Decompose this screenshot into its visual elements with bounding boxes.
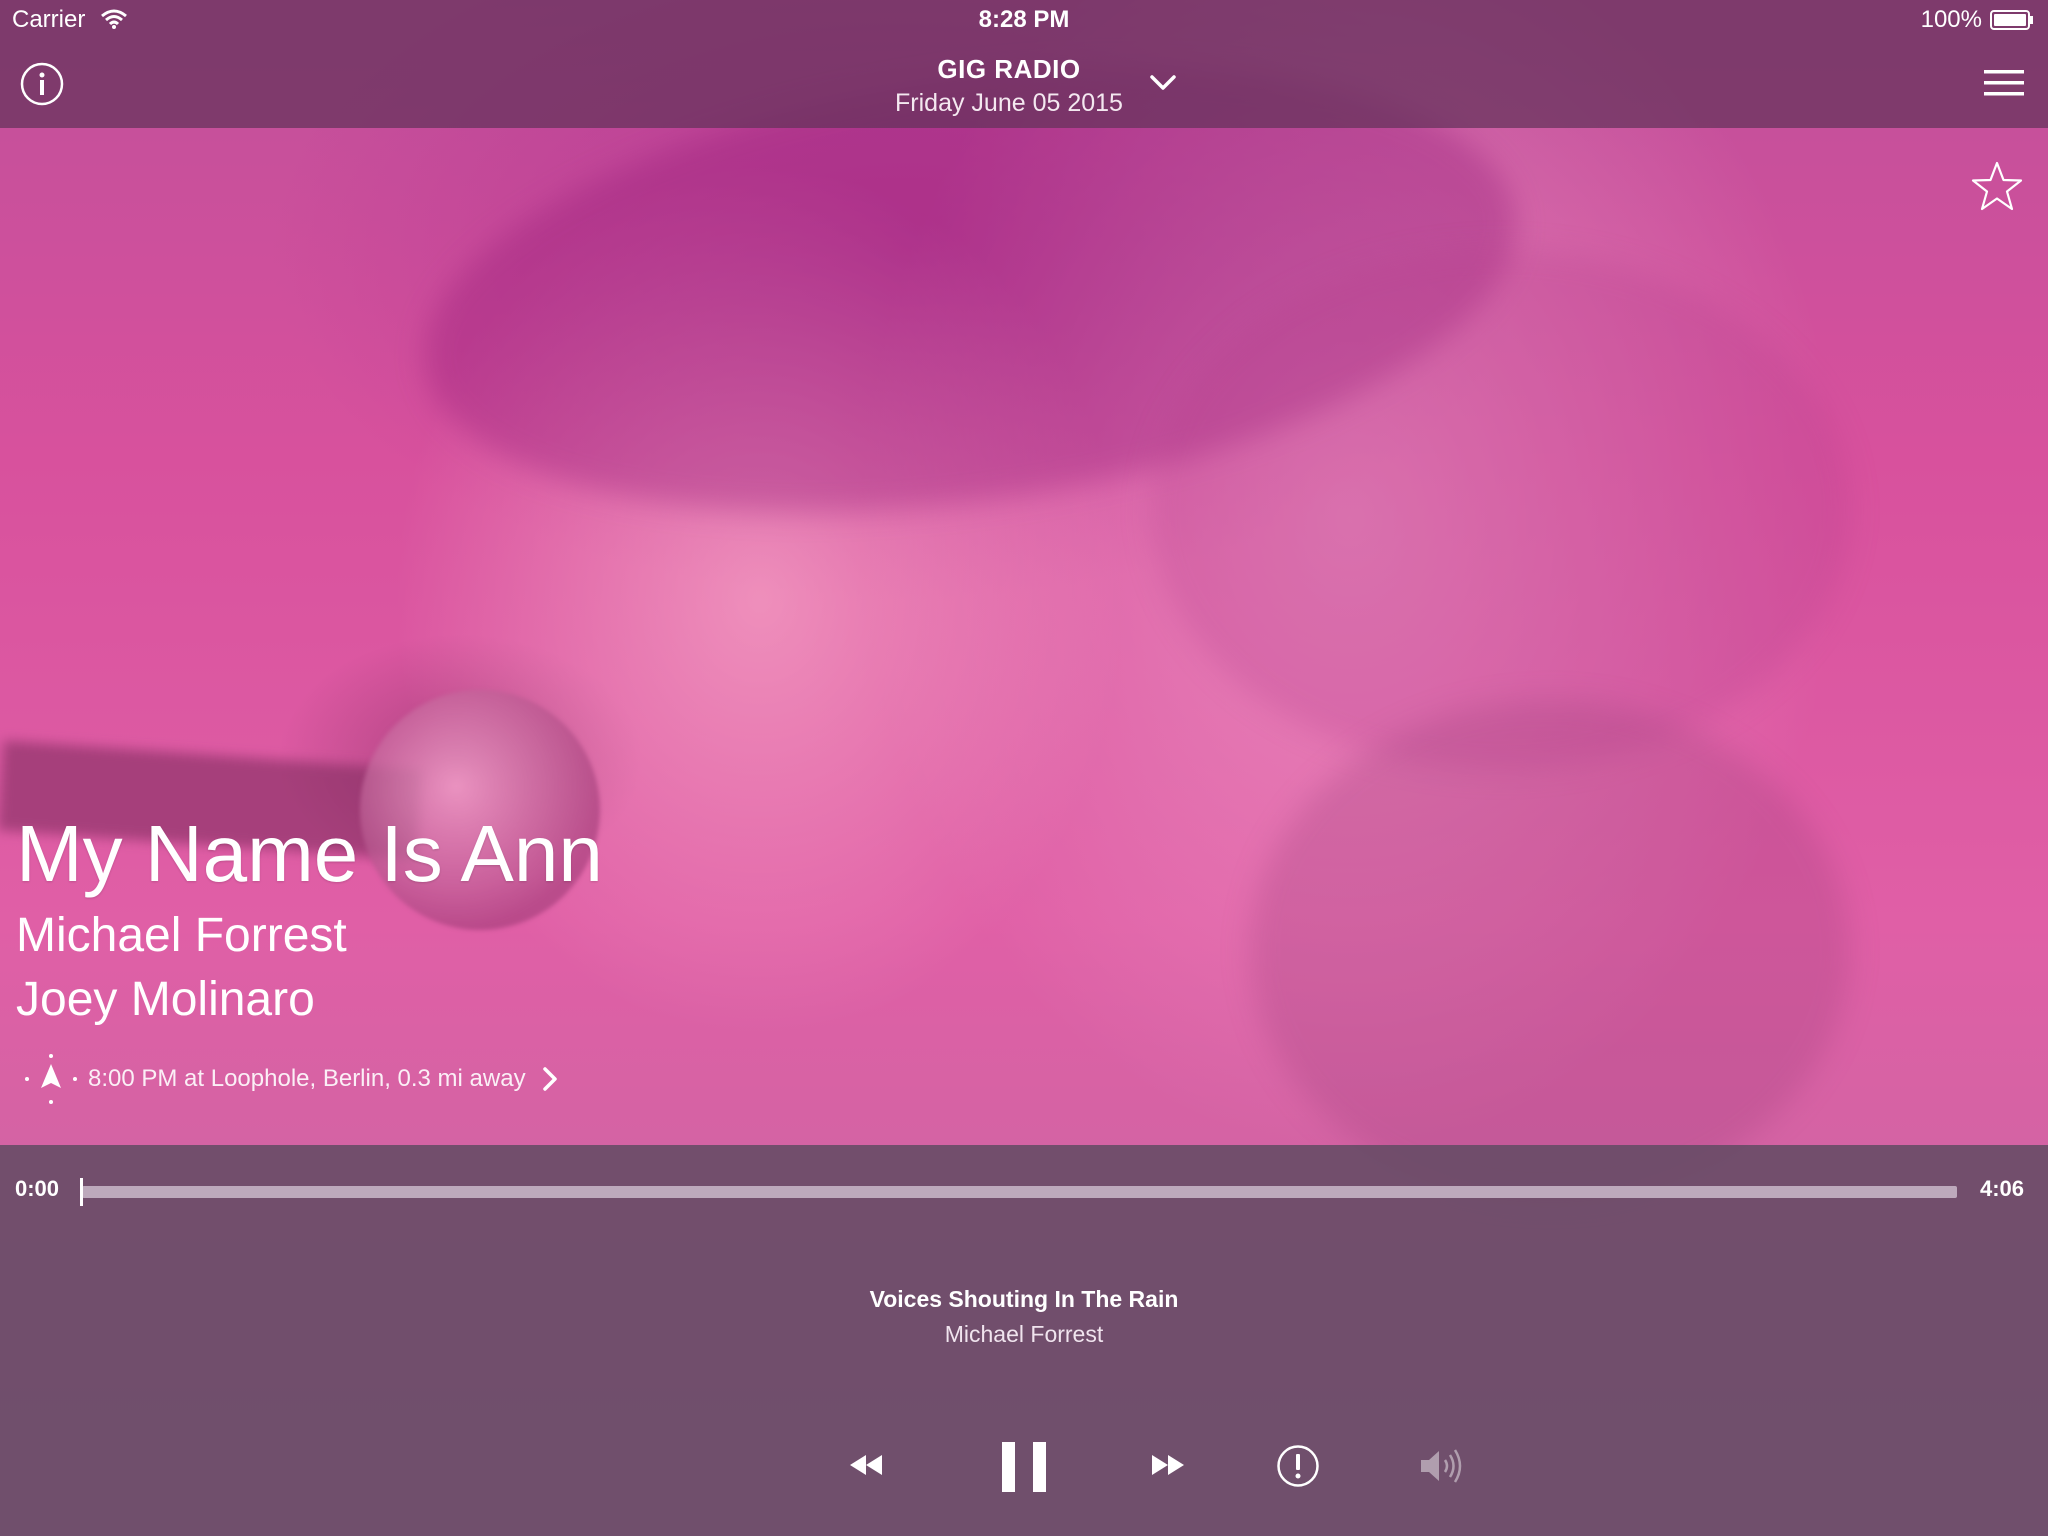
battery-icon (1990, 10, 2033, 30)
alert-icon[interactable] (1276, 1444, 1320, 1488)
station-date: Friday June 05 2015 (895, 89, 1123, 117)
star-icon[interactable] (1970, 160, 2024, 214)
artist-name[interactable]: Michael Forrest (16, 908, 347, 963)
battery-percent: 100% (1920, 6, 1982, 33)
location-text: 8:00 PM at Loophole, Berlin, 0.3 mi away (88, 1065, 526, 1092)
song-title: My Name Is Ann (16, 809, 603, 898)
menu-icon[interactable] (1984, 68, 2024, 98)
chevron-down-icon[interactable] (1148, 72, 1178, 94)
station-selector[interactable]: GIG RADIO Friday June 05 2015 (824, 54, 1194, 118)
status-time: 8:28 PM (978, 6, 1070, 33)
artist-name[interactable]: Joey Molinaro (16, 972, 315, 1027)
progress-bar[interactable] (82, 1186, 1957, 1198)
rewind-icon[interactable] (848, 1452, 884, 1478)
station-name: GIG RADIO (937, 54, 1081, 84)
elapsed-time: 0:00 (15, 1176, 60, 1201)
status-bar: Carrier 8:28 PM 100% (0, 0, 2048, 40)
chevron-right-icon (542, 1067, 557, 1091)
volume-icon[interactable] (1418, 1446, 1464, 1486)
fast-forward-icon[interactable] (1150, 1452, 1186, 1478)
gig-location[interactable]: 8:00 PM at Loophole, Berlin, 0.3 mi away (20, 1054, 560, 1104)
location-arrow-icon (25, 1054, 77, 1104)
up-next: Voices Shouting In The Rain Michael Forr… (0, 1286, 2048, 1348)
progress-scrubber[interactable] (80, 1178, 83, 1206)
next-track-artist: Michael Forrest (944, 1321, 1104, 1347)
next-track-title: Voices Shouting In The Rain (869, 1286, 1179, 1312)
duration-time: 4:06 (1979, 1176, 2024, 1201)
pause-icon[interactable] (998, 1440, 1050, 1494)
info-icon[interactable] (20, 62, 64, 106)
